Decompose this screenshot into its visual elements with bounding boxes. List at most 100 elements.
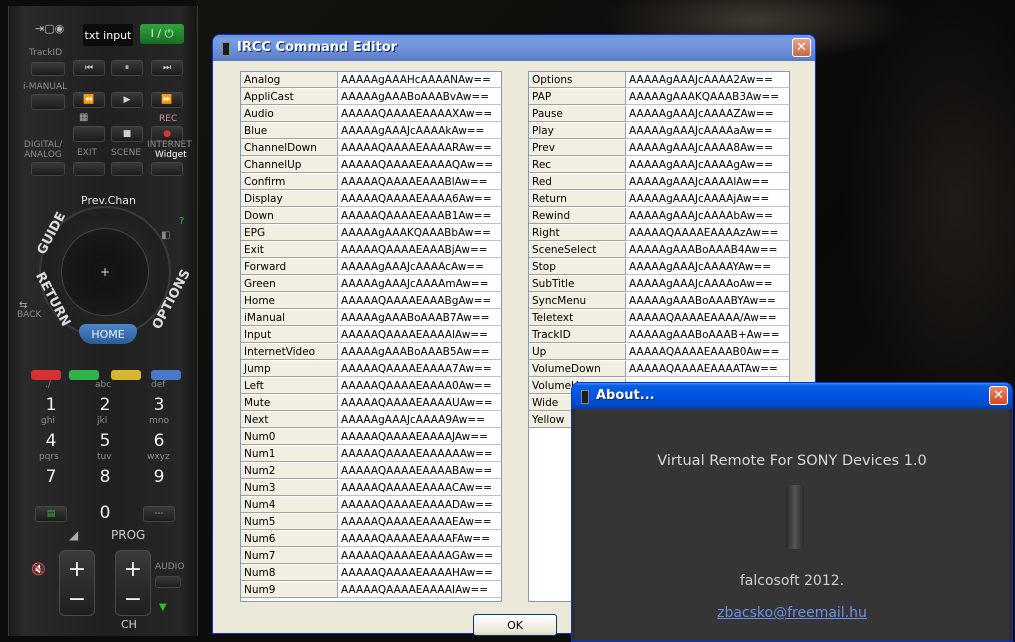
command-name-cell[interactable]: Num1 bbox=[241, 446, 338, 462]
table-row[interactable]: Display AAAAAQAAAAEAAAA6Aw== bbox=[241, 191, 501, 208]
command-name-cell[interactable]: Play bbox=[529, 123, 626, 139]
table-row[interactable]: Audio AAAAAQAAAAEAAAAXAw== bbox=[241, 106, 501, 123]
command-code-cell[interactable]: AAAAAQAAAAEAAAB1Aw== bbox=[338, 208, 501, 224]
command-name-cell[interactable]: Rewind bbox=[529, 208, 626, 224]
ircc-title-bar[interactable]: IRCC Command Editor ✕ bbox=[213, 35, 815, 61]
table-row[interactable]: Rec AAAAAgAAAJcAAAAgAw== bbox=[529, 157, 789, 174]
command-name-cell[interactable]: Num0 bbox=[241, 429, 338, 445]
table-row[interactable]: Home AAAAAQAAAAEAAABgAw== bbox=[241, 293, 501, 310]
table-row[interactable]: AppliCast AAAAAgAAABoAAABvAw== bbox=[241, 89, 501, 106]
table-row[interactable]: Teletext AAAAAQAAAAEAAAA/Aw== bbox=[529, 310, 789, 327]
scene-button[interactable] bbox=[111, 162, 143, 176]
command-code-cell[interactable]: AAAAAgAAAJcAAAAoAw== bbox=[626, 276, 789, 292]
command-name-cell[interactable]: Rec bbox=[529, 157, 626, 173]
command-name-cell[interactable]: Audio bbox=[241, 106, 338, 122]
command-name-cell[interactable]: PAP bbox=[529, 89, 626, 105]
command-code-cell[interactable]: AAAAAQAAAAEAAAAEAw== bbox=[338, 514, 501, 530]
command-code-cell[interactable]: AAAAAQAAAAEAAAA6Aw== bbox=[338, 191, 501, 207]
key-8[interactable]: 8 bbox=[89, 466, 121, 488]
command-code-cell[interactable]: AAAAAgAAAKQAAABbAw== bbox=[338, 225, 501, 241]
table-row[interactable]: PAP AAAAAgAAAKQAAAB3Aw== bbox=[529, 89, 789, 106]
yellow-button[interactable] bbox=[111, 370, 141, 380]
digital-analog-button[interactable] bbox=[31, 162, 65, 176]
table-row[interactable]: Green AAAAAgAAAJcAAAAmAw== bbox=[241, 276, 501, 293]
command-name-cell[interactable]: Stop bbox=[529, 259, 626, 275]
command-code-cell[interactable]: AAAAAgAAAJcAAAAjAw== bbox=[626, 191, 789, 207]
command-name-cell[interactable]: Right bbox=[529, 225, 626, 241]
key-7[interactable]: 7 bbox=[35, 466, 67, 488]
command-name-cell[interactable]: Blue bbox=[241, 123, 338, 139]
command-code-cell[interactable]: AAAAAgAAAJcAAAAlAw== bbox=[626, 174, 789, 190]
table-row[interactable]: iManual AAAAAgAAABoAAAB7Aw== bbox=[241, 310, 501, 327]
table-row[interactable]: Rewind AAAAAgAAAJcAAAAbAw== bbox=[529, 208, 789, 225]
close-icon[interactable]: ✕ bbox=[989, 386, 1008, 405]
command-name-cell[interactable]: Num6 bbox=[241, 531, 338, 547]
table-row[interactable]: Jump AAAAAQAAAAEAAAA7Aw== bbox=[241, 361, 501, 378]
command-name-cell[interactable]: SceneSelect bbox=[529, 242, 626, 258]
table-row[interactable]: ChannelUp AAAAAQAAAAEAAAAQAw== bbox=[241, 157, 501, 174]
command-name-cell[interactable]: Red bbox=[529, 174, 626, 190]
command-name-cell[interactable]: Prev bbox=[529, 140, 626, 156]
table-row[interactable]: Num5 AAAAAQAAAAEAAAAEAw== bbox=[241, 514, 501, 531]
command-code-cell[interactable]: AAAAAgAAABoAAABYAw== bbox=[626, 293, 789, 309]
home-button[interactable]: HOME bbox=[79, 324, 137, 344]
table-row[interactable]: Mute AAAAAQAAAAEAAAAUAw== bbox=[241, 395, 501, 412]
channel-rocker[interactable]: + − bbox=[115, 550, 151, 616]
command-name-cell[interactable]: Display bbox=[241, 191, 338, 207]
mute-icon[interactable]: 🔇 bbox=[31, 562, 46, 576]
green-button[interactable] bbox=[69, 370, 99, 380]
command-name-cell[interactable]: Num4 bbox=[241, 497, 338, 513]
command-code-cell[interactable]: AAAAAQAAAAEAAAADAw== bbox=[338, 497, 501, 513]
command-name-cell[interactable]: Num9 bbox=[241, 582, 338, 598]
menu-dots-button[interactable]: ⋯ bbox=[143, 506, 175, 522]
command-code-cell[interactable]: AAAAAQAAAAEAAAAzAw== bbox=[626, 225, 789, 241]
command-name-cell[interactable]: Analog bbox=[241, 72, 338, 88]
command-code-cell[interactable]: AAAAAQAAAAEAAAAAAw== bbox=[338, 446, 501, 462]
widget-button[interactable] bbox=[151, 162, 183, 176]
command-name-cell[interactable]: Num7 bbox=[241, 548, 338, 564]
command-name-cell[interactable]: SubTitle bbox=[529, 276, 626, 292]
table-row[interactable]: Red AAAAAgAAAJcAAAAlAw== bbox=[529, 174, 789, 191]
command-code-cell[interactable]: AAAAAgAAAJcAAAA9Aw== bbox=[338, 412, 501, 428]
command-code-cell[interactable]: AAAAAgAAABoAAAB5Aw== bbox=[338, 344, 501, 360]
command-code-cell[interactable]: AAAAAgAAAJcAAAAZAw== bbox=[626, 106, 789, 122]
table-row[interactable]: Next AAAAAgAAAJcAAAA9Aw== bbox=[241, 412, 501, 429]
exit-button[interactable] bbox=[73, 162, 105, 176]
command-code-cell[interactable]: AAAAAQAAAAEAAAACAw== bbox=[338, 480, 501, 496]
command-name-cell[interactable]: VolumeDown bbox=[529, 361, 626, 377]
red-button[interactable] bbox=[31, 370, 61, 380]
command-name-cell[interactable]: Teletext bbox=[529, 310, 626, 326]
next-track-button[interactable]: ⏭ bbox=[151, 60, 183, 76]
prev-track-button[interactable]: ⏮ bbox=[73, 60, 105, 76]
table-row[interactable]: TrackID AAAAAgAAABoAAAB+Aw== bbox=[529, 327, 789, 344]
key-3[interactable]: 3 bbox=[143, 394, 175, 416]
table-row[interactable]: Num2 AAAAAQAAAAEAAAABAw== bbox=[241, 463, 501, 480]
command-code-cell[interactable]: AAAAAQAAAAEAAAB0Aw== bbox=[626, 344, 789, 360]
command-code-cell[interactable]: AAAAAQAAAAEAAAAXAw== bbox=[338, 106, 501, 122]
table-row[interactable]: VolumeDown AAAAAQAAAAEAAAATAw== bbox=[529, 361, 789, 378]
trackid-button[interactable] bbox=[31, 62, 65, 76]
table-row[interactable]: SubTitle AAAAAgAAAJcAAAAoAw== bbox=[529, 276, 789, 293]
command-name-cell[interactable]: Pause bbox=[529, 106, 626, 122]
command-name-cell[interactable]: Num5 bbox=[241, 514, 338, 530]
command-code-cell[interactable]: AAAAAQAAAAEAAAARAw== bbox=[338, 140, 501, 156]
subtitle-button[interactable]: ▤ bbox=[35, 506, 67, 522]
command-code-cell[interactable]: AAAAAQAAAAEAAAAIAw== bbox=[338, 582, 501, 598]
command-code-cell[interactable]: AAAAAgAAAJcAAAAaAw== bbox=[626, 123, 789, 139]
table-row[interactable]: EPG AAAAAgAAAKQAAABbAw== bbox=[241, 225, 501, 242]
table-row[interactable]: Pause AAAAAgAAAJcAAAAZAw== bbox=[529, 106, 789, 123]
command-name-cell[interactable]: Exit bbox=[241, 242, 338, 258]
ok-button[interactable]: OK bbox=[473, 614, 557, 636]
command-code-cell[interactable]: AAAAAQAAAAEAAAA/Aw== bbox=[626, 310, 789, 326]
table-row[interactable]: Options AAAAAgAAAJcAAAA2Aw== bbox=[529, 72, 789, 89]
key-6[interactable]: 6 bbox=[143, 430, 175, 452]
key-1[interactable]: 1 bbox=[35, 394, 67, 416]
command-name-cell[interactable]: ChannelUp bbox=[241, 157, 338, 173]
table-row[interactable]: Up AAAAAQAAAAEAAAB0Aw== bbox=[529, 344, 789, 361]
table-row[interactable]: Num4 AAAAAQAAAAEAAAADAw== bbox=[241, 497, 501, 514]
table-row[interactable]: Stop AAAAAgAAAJcAAAAYAw== bbox=[529, 259, 789, 276]
command-name-cell[interactable]: Options bbox=[529, 72, 626, 88]
command-name-cell[interactable]: Home bbox=[241, 293, 338, 309]
command-code-cell[interactable]: AAAAAQAAAAEAAAAHAw== bbox=[338, 565, 501, 581]
command-code-cell[interactable]: AAAAAgAAAJcAAAA8Aw== bbox=[626, 140, 789, 156]
